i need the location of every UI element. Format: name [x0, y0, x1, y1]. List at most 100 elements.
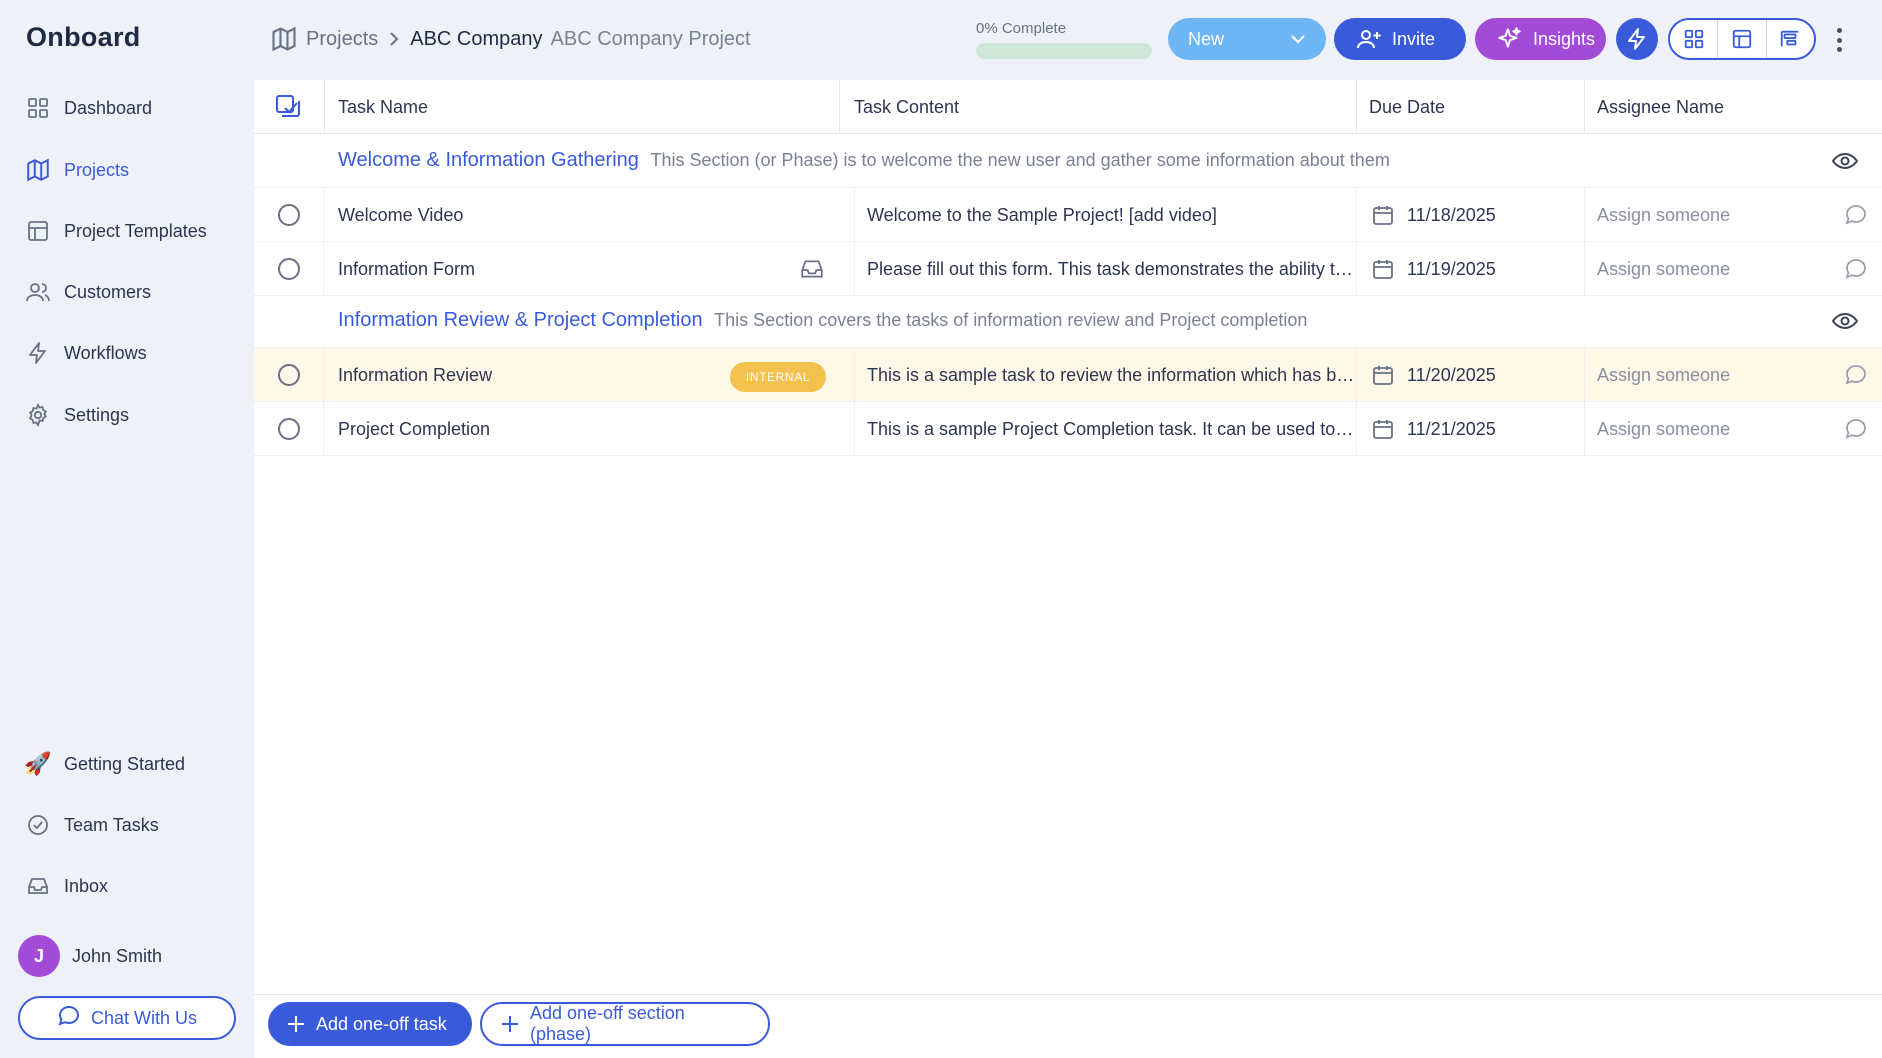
sidebar-item-customers[interactable]: Customers	[24, 272, 151, 312]
dashboard-grid-icon	[24, 94, 52, 122]
task-complete-checkbox[interactable]	[277, 364, 300, 386]
due-date: 11/20/2025	[1407, 364, 1496, 385]
task-name[interactable]: Information Form	[338, 242, 758, 296]
section-title[interactable]: Information Review & Project Completion	[338, 309, 703, 331]
sidebar-item-settings[interactable]: Settings	[24, 395, 129, 435]
due-date-cell[interactable]: 11/18/2025	[1356, 188, 1584, 242]
task-table-panel: Task Name Task Content Due Date Assignee…	[254, 80, 1882, 1058]
plus-icon	[500, 1014, 520, 1034]
avatar: J	[18, 935, 60, 977]
inbox-icon[interactable]	[798, 256, 826, 287]
app-logo[interactable]: Onboard	[26, 22, 141, 53]
chat-with-us-button[interactable]: Chat With Us	[18, 996, 236, 1040]
breadcrumb-projects-link[interactable]: Projects	[306, 28, 378, 51]
assignee-name: Assign someone	[1597, 258, 1731, 279]
due-date-cell[interactable]: 11/21/2025	[1356, 402, 1584, 456]
map-icon	[24, 156, 52, 184]
calendar-icon	[1371, 417, 1395, 441]
task-content[interactable]: Welcome to the Sample Project! [add vide…	[867, 205, 1357, 226]
comment-icon[interactable]	[1844, 417, 1868, 446]
section-title[interactable]: Welcome & Information Gathering	[338, 149, 639, 171]
comment-icon[interactable]	[1844, 203, 1868, 232]
plus-icon	[286, 1014, 306, 1034]
status-value: New	[1188, 28, 1225, 49]
task-complete-checkbox[interactable]	[277, 418, 300, 440]
chat-label: Chat With Us	[90, 1007, 198, 1028]
sidebar-item-inbox[interactable]: Inbox	[24, 866, 108, 906]
grid-icon	[1683, 28, 1705, 50]
lightning-icon	[1625, 27, 1649, 51]
select-all-button[interactable]	[274, 80, 302, 134]
invite-button[interactable]: Invite	[1334, 18, 1466, 60]
sidebar-item-label: Settings	[64, 404, 130, 425]
task-name[interactable]: Project Completion	[338, 402, 758, 456]
due-date-cell[interactable]: 11/19/2025	[1356, 242, 1584, 296]
section-row[interactable]: Welcome & Information Gathering This Sec…	[254, 134, 1882, 188]
sidebar: Onboard Dashboard Projects Project Templ…	[0, 0, 254, 1058]
assignee-cell[interactable]: Assign someone	[1584, 402, 1882, 456]
timeline-icon	[1779, 28, 1801, 50]
automation-button[interactable]	[1616, 18, 1658, 60]
select-all-icon	[274, 93, 302, 121]
progress-label: 0% Complete	[976, 20, 1067, 37]
sidebar-item-project-templates[interactable]: Project Templates	[24, 211, 207, 251]
task-name[interactable]: Welcome Video	[338, 188, 758, 242]
assignee-name: Assign someone	[1597, 364, 1731, 385]
table-icon	[1731, 28, 1753, 50]
check-circle-icon	[24, 811, 52, 839]
task-complete-checkbox[interactable]	[277, 204, 300, 226]
table-row[interactable]: Information Form Please fill out this fo…	[254, 242, 1882, 296]
timeline-view-button[interactable]	[1767, 20, 1814, 58]
sidebar-item-label: Inbox	[64, 875, 109, 896]
section-row[interactable]: Information Review & Project Completion …	[254, 294, 1882, 348]
breadcrumb-project: ABC Company Project	[550, 27, 751, 50]
table-row[interactable]: Welcome Video Welcome to the Sample Proj…	[254, 188, 1882, 242]
add-task-button[interactable]: Add one-off task	[268, 1002, 472, 1046]
comment-icon[interactable]	[1844, 363, 1868, 392]
chat-bubble-icon	[57, 1004, 81, 1033]
sidebar-item-getting-started[interactable]: 🚀 Getting Started	[24, 744, 185, 784]
sidebar-item-label: Team Tasks	[64, 814, 159, 835]
sidebar-item-workflows[interactable]: Workflows	[24, 333, 147, 373]
table-row[interactable]: Information Review INTERNAL This is a sa…	[254, 348, 1882, 402]
table-view-button[interactable]	[1718, 20, 1767, 58]
sidebar-item-projects[interactable]: Projects	[24, 150, 129, 190]
column-header-task-content[interactable]: Task Content	[854, 80, 959, 134]
sidebar-item-label: Project Templates	[64, 220, 207, 241]
status-dropdown[interactable]: New	[1168, 18, 1326, 60]
assignee-cell[interactable]: Assign someone	[1584, 188, 1882, 242]
task-content[interactable]: This is a sample Project Completion task…	[867, 419, 1357, 440]
assignee-cell[interactable]: Assign someone	[1584, 242, 1882, 296]
assignee-cell[interactable]: Assign someone	[1584, 348, 1882, 402]
breadcrumb-company[interactable]: ABC Company	[410, 28, 542, 51]
task-content[interactable]: Please fill out this form. This task dem…	[867, 259, 1357, 280]
column-header-assignee[interactable]: Assignee Name	[1597, 80, 1724, 134]
more-options-button[interactable]	[1828, 24, 1850, 56]
add-section-button[interactable]: Add one-off section (phase)	[480, 1002, 770, 1046]
add-section-label: Add one-off section (phase)	[530, 1003, 685, 1044]
task-content[interactable]: This is a sample task to review the info…	[867, 365, 1357, 386]
eye-icon[interactable]	[1831, 149, 1859, 178]
map-icon	[270, 25, 298, 53]
sidebar-item-dashboard[interactable]: Dashboard	[24, 88, 152, 128]
sidebar-item-label: Dashboard	[64, 97, 153, 118]
insights-button[interactable]: Insights	[1475, 18, 1606, 60]
column-header-due-date[interactable]: Due Date	[1369, 80, 1445, 134]
sidebar-item-team-tasks[interactable]: Team Tasks	[24, 805, 159, 845]
user-profile[interactable]: J John Smith	[18, 935, 162, 977]
grid-view-button[interactable]	[1670, 20, 1719, 58]
column-header-task-name[interactable]: Task Name	[338, 80, 428, 134]
table-row[interactable]: Project Completion This is a sample Proj…	[254, 402, 1882, 456]
calendar-icon	[1371, 257, 1395, 281]
due-date: 11/21/2025	[1407, 418, 1496, 439]
chevron-down-icon	[1290, 31, 1306, 47]
due-date-cell[interactable]: 11/20/2025	[1356, 348, 1584, 402]
eye-icon[interactable]	[1831, 309, 1859, 338]
task-name[interactable]: Information Review	[338, 348, 758, 402]
add-task-label: Add one-off task	[316, 1013, 447, 1034]
due-date: 11/18/2025	[1407, 204, 1496, 225]
sparkles-icon	[1497, 26, 1523, 52]
task-complete-checkbox[interactable]	[277, 258, 300, 280]
comment-icon[interactable]	[1844, 257, 1868, 286]
add-user-icon	[1356, 27, 1382, 51]
